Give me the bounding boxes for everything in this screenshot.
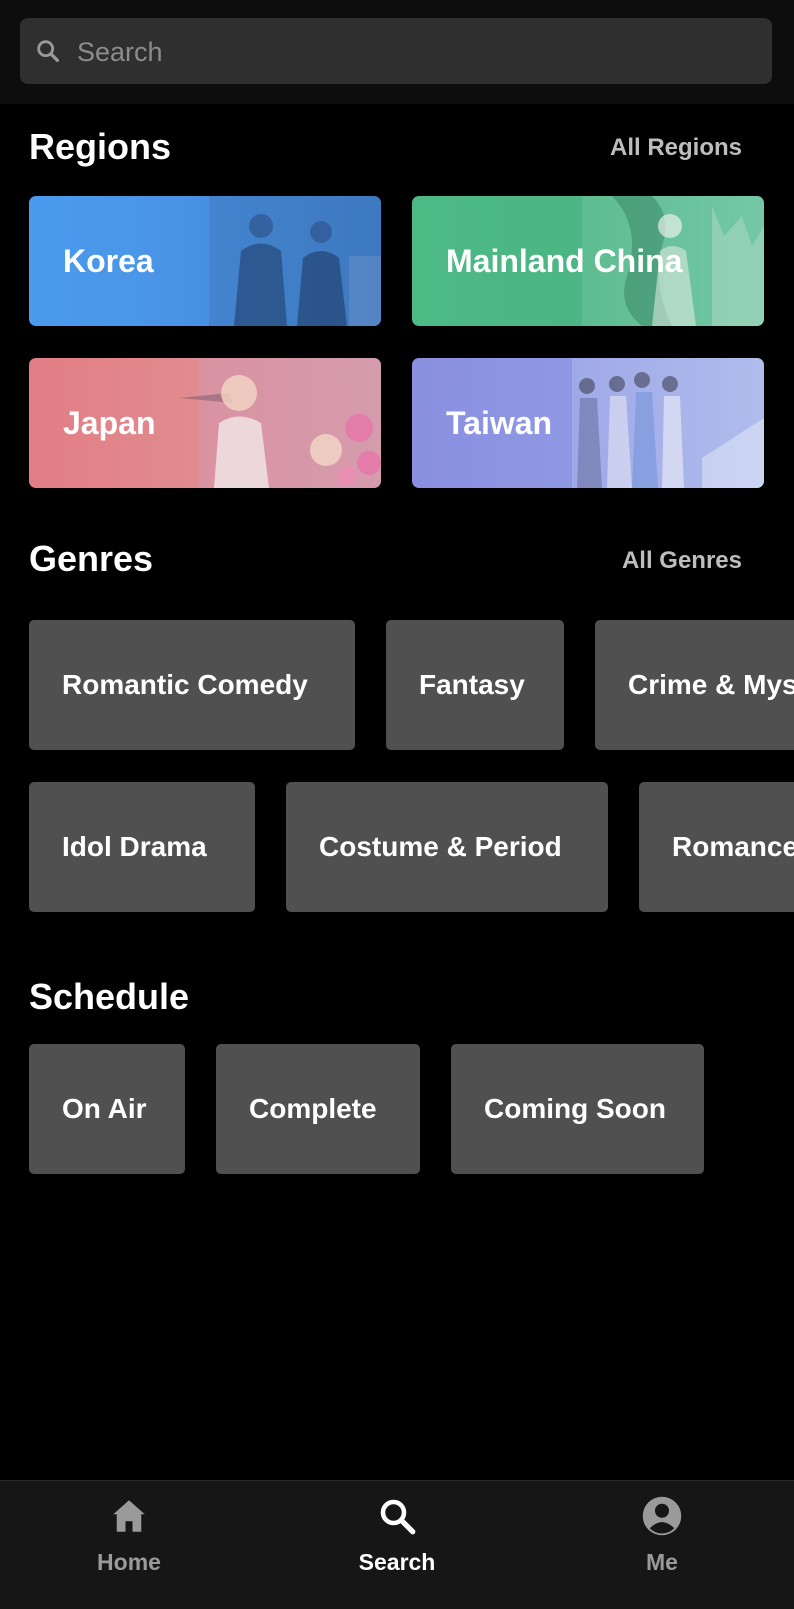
schedule-tag-complete[interactable]: Complete (216, 1044, 420, 1174)
schedule-tag-on-air[interactable]: On Air (29, 1044, 185, 1174)
genre-tag-romantic-comedy[interactable]: Romantic Comedy (29, 620, 355, 750)
all-regions-link[interactable]: All Regions (610, 134, 742, 162)
genre-tag-idol-drama[interactable]: Idol Drama (29, 782, 255, 912)
bottom-nav: Home Search Me (0, 1480, 794, 1609)
all-genres-link[interactable]: All Genres (622, 547, 742, 575)
region-card-mainland-china[interactable]: Mainland China (412, 196, 764, 326)
user-icon (642, 1496, 682, 1536)
search-input[interactable] (75, 18, 759, 86)
genre-tag-crime-mystery[interactable]: Crime & Mystery (595, 620, 794, 750)
region-card-taiwan[interactable]: Taiwan (412, 358, 764, 488)
region-card-japan[interactable]: Japan (29, 358, 381, 488)
search-icon (380, 1499, 416, 1535)
top-bar (0, 0, 794, 104)
search-icon (37, 40, 59, 62)
genre-tag-romance[interactable]: Romance (639, 782, 794, 912)
genres-title: Genres (29, 538, 154, 579)
region-label: Japan (63, 405, 156, 441)
region-label: Mainland China (446, 243, 683, 279)
search-bar[interactable] (20, 18, 772, 86)
nav-item-home[interactable]: Home (29, 1481, 229, 1609)
nav-item-me[interactable]: Me (562, 1481, 762, 1609)
region-card-korea[interactable]: Korea (29, 196, 381, 326)
genre-tag-costume-period[interactable]: Costume & Period (286, 782, 608, 912)
nav-label-me: Me (646, 1549, 678, 1575)
region-label: Taiwan (446, 405, 553, 441)
home-icon (113, 1500, 145, 1532)
schedule-tag-coming-soon[interactable]: Coming Soon (451, 1044, 704, 1174)
schedule-title: Schedule (29, 976, 190, 1017)
genre-tag-fantasy[interactable]: Fantasy (386, 620, 564, 750)
nav-label-search: Search (358, 1549, 436, 1575)
nav-item-search[interactable]: Search (297, 1481, 497, 1609)
region-label: Korea (63, 243, 154, 279)
nav-label-home: Home (97, 1549, 161, 1575)
regions-title: Regions (29, 126, 172, 167)
